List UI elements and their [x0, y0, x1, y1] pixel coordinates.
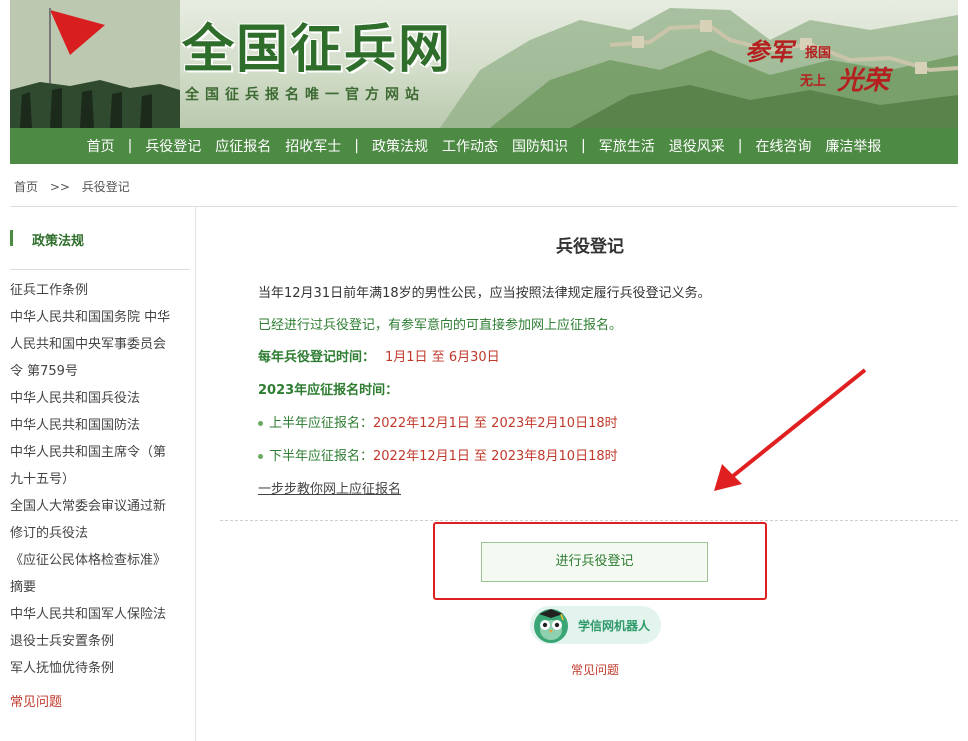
slogan-line4: 光荣 — [837, 66, 890, 96]
nav-recruit-sergeant[interactable]: 招收军士 — [278, 136, 348, 156]
breadcrumb-current: 兵役登记 — [81, 180, 130, 194]
nav-report[interactable]: 廉洁举报 — [818, 136, 888, 156]
slogan-line1: 参军 — [745, 37, 793, 66]
page-title: 兵役登记 — [556, 237, 624, 257]
sidebar-item[interactable]: 《应征公民体格检查标准》 — [10, 547, 190, 574]
sidebar: 政策法规 征兵工作条例 中华人民共和国国务院 中华 人民共和国中央军事委员会 令… — [10, 207, 196, 741]
nav-separator: | — [581, 138, 586, 154]
sidebar-heading: 政策法规 — [10, 229, 190, 270]
robot-assistant-button[interactable]: 学信网机器人 — [530, 606, 661, 644]
sidebar-item[interactable]: 中华人民共和国国务院 中华 — [10, 304, 190, 331]
nav-consult[interactable]: 在线咨询 — [748, 136, 818, 156]
register-button[interactable]: 进行兵役登记 — [481, 542, 708, 582]
sidebar-item[interactable]: 令 第759号 — [10, 358, 190, 385]
registration-time: 每年兵役登记时间： 1月1日 至 6月30日 — [258, 346, 500, 365]
owl-robot-icon — [534, 609, 568, 643]
registration-time-label: 每年兵役登记时间： — [258, 350, 376, 365]
sidebar-heading-label: 政策法规 — [32, 234, 85, 249]
registration-time-value: 1月1日 至 6月30日 — [385, 350, 500, 365]
sidebar-item[interactable]: 人民共和国中央军事委员会 — [10, 331, 190, 358]
intro-text: 当年12月31日前年满18岁的男性公民，应当按照法律规定履行兵役登记义务。 — [258, 286, 711, 301]
nav-separator: | — [127, 138, 133, 154]
heading-bar — [10, 230, 13, 246]
bullet-icon — [258, 454, 263, 459]
slogan: 参军 报国 无上 光荣 — [745, 30, 895, 100]
sidebar-item[interactable]: 九十五号） — [10, 466, 190, 493]
nav-veterans[interactable]: 退役风采 — [662, 136, 732, 156]
site-banner: 全国征兵网 全国征兵报名唯一官方网站 参军 报国 无上 光荣 — [10, 0, 958, 128]
site-subtitle: 全国征兵报名唯一官方网站 — [185, 87, 425, 103]
sidebar-item[interactable]: 修订的兵役法 — [10, 520, 190, 547]
main-nav: 首页 | 兵役登记 应征报名 招收军士 | 政策法规 工作动态 国防知识 | 军… — [10, 128, 958, 164]
guide-link[interactable]: 一步步教你网上应征报名 — [258, 478, 401, 497]
breadcrumb: 首页 >> 兵役登记 — [14, 178, 138, 195]
sidebar-item[interactable]: 中华人民共和国国防法 — [10, 412, 190, 439]
nav-news[interactable]: 工作动态 — [435, 136, 505, 156]
sidebar-item[interactable]: 全国人大常委会审议通过新 — [10, 493, 190, 520]
nav-separator: | — [354, 138, 359, 154]
red-arrow-annotation — [714, 368, 867, 491]
first-half-enlist: 上半年应征报名：2022年12月1日 至 2023年2月10日18时 — [258, 412, 618, 431]
breadcrumb-separator: >> — [49, 180, 70, 194]
sidebar-item[interactable]: 中华人民共和国兵役法 — [10, 385, 190, 412]
first-half-label: 上半年应征报名： — [269, 416, 374, 431]
sidebar-item[interactable]: 中华人民共和国军人保险法 — [10, 601, 190, 628]
sidebar-faq-link[interactable]: 常见问题 — [10, 691, 62, 710]
enlist-heading: 2023年应征报名时间： — [258, 383, 399, 398]
sidebar-item[interactable]: 军人抚恤优待条例 — [10, 655, 190, 682]
breadcrumb-home[interactable]: 首页 — [14, 180, 38, 194]
nav-policy[interactable]: 政策法规 — [365, 136, 435, 156]
robot-label: 学信网机器人 — [578, 619, 651, 633]
bullet-icon — [258, 421, 263, 426]
slogan-line2: 报国 — [805, 46, 832, 61]
sidebar-item[interactable]: 退役士兵安置条例 — [10, 628, 190, 655]
second-half-label: 下半年应征报名： — [269, 449, 374, 464]
notice-text: 已经进行过兵役登记，有参军意向的可直接参加网上应征报名。 — [258, 318, 623, 333]
sidebar-item[interactable]: 摘要 — [10, 574, 190, 601]
sidebar-item[interactable]: 中华人民共和国主席令（第 — [10, 439, 190, 466]
second-half-enlist: 下半年应征报名：2022年12月1日 至 2023年8月10日18时 — [258, 445, 618, 464]
nav-enlist[interactable]: 应征报名 — [208, 136, 278, 156]
first-half-value: 2022年12月1日 至 2023年2月10日18时 — [373, 416, 618, 431]
nav-defense-knowledge[interactable]: 国防知识 — [505, 136, 575, 156]
dashed-divider — [220, 520, 958, 521]
second-half-value: 2022年12月1日 至 2023年8月10日18时 — [373, 449, 618, 464]
nav-home[interactable]: 首页 — [80, 136, 122, 156]
sidebar-item[interactable]: 征兵工作条例 — [10, 277, 190, 304]
nav-separator: | — [737, 138, 743, 154]
site-title: 全国征兵网 — [182, 20, 453, 80]
nav-registration[interactable]: 兵役登记 — [138, 136, 208, 156]
sidebar-list: 征兵工作条例 中华人民共和国国务院 中华 人民共和国中央军事委员会 令 第759… — [10, 277, 190, 682]
slogan-line3: 无上 — [800, 74, 827, 89]
faq-link[interactable]: 常见问题 — [571, 661, 619, 678]
nav-military-life[interactable]: 军旅生活 — [592, 136, 662, 156]
